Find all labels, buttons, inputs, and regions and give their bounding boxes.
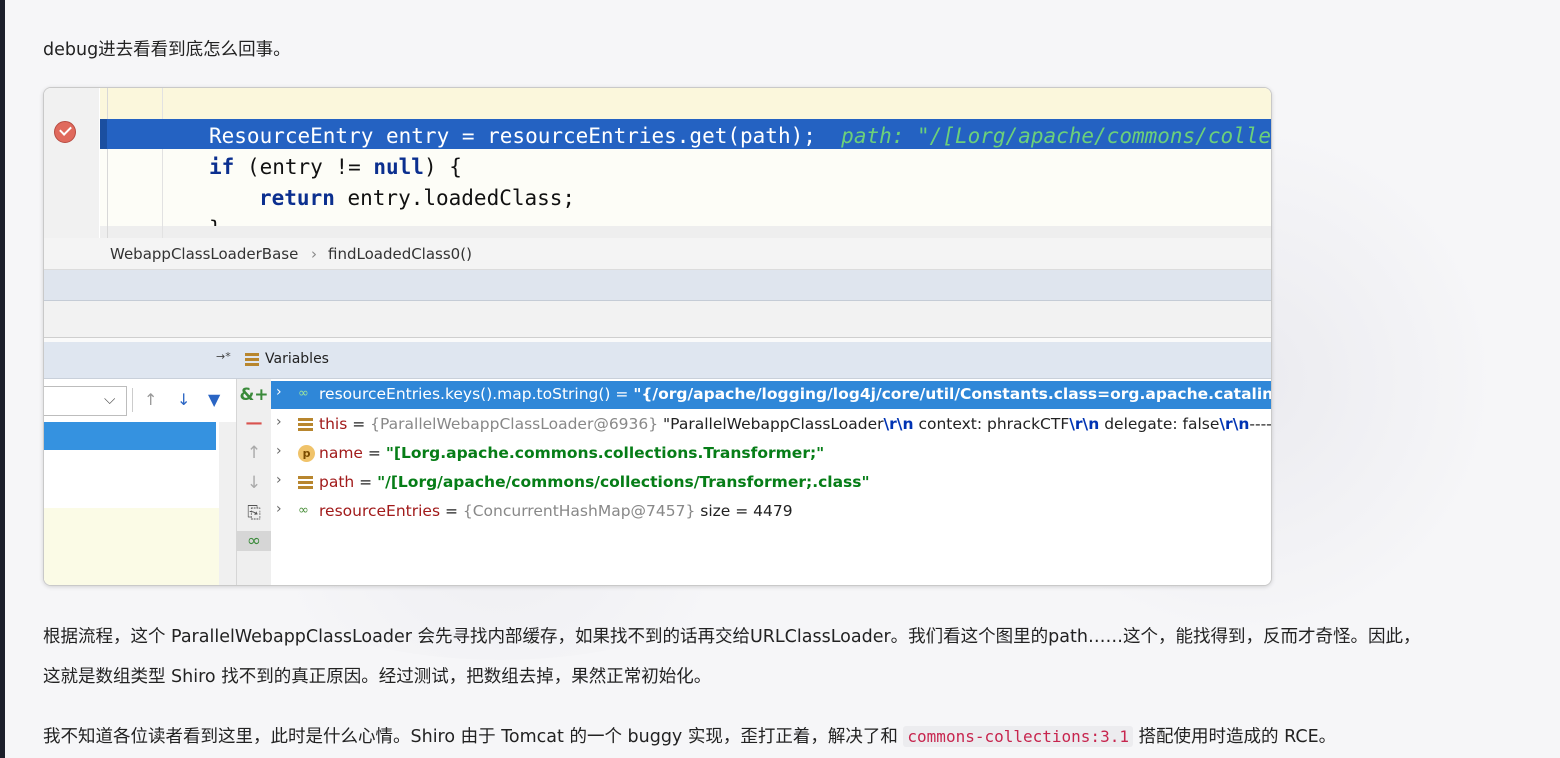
- variable-value-part: delegate: false: [1099, 415, 1220, 433]
- body-paragraph: 我不知道各位读者看到这里，此时是什么心情。Shiro 由于 Tomcat 的一个…: [43, 717, 1336, 757]
- breadcrumb-method[interactable]: findLoadedClass0(): [328, 245, 472, 263]
- keyword: return: [259, 186, 335, 210]
- variable-row[interactable]: › this = {ParallelWebappClassLoader@6936…: [271, 411, 1271, 439]
- selected-frame-row[interactable]: [44, 422, 216, 450]
- variables-header: Variables: [236, 342, 1271, 379]
- variable-name: resourceEntries: [319, 502, 441, 520]
- code-text: entry.loadedClass;: [334, 186, 576, 210]
- indent-guide: [162, 88, 163, 238]
- watch-icon: ∞: [298, 503, 309, 518]
- keyword: null: [373, 155, 424, 179]
- variable-type: {ParallelWebappClassLoader@6936}: [370, 415, 659, 433]
- variables-icon: [245, 353, 259, 366]
- editor-gutter: [44, 88, 99, 238]
- inline-code: commons-collections:3.1: [903, 726, 1133, 747]
- left-edge-bar: [0, 0, 5, 758]
- chevron-down-icon: ⌵: [104, 390, 116, 408]
- variable-name: path: [319, 473, 355, 491]
- field-icon: [298, 418, 313, 432]
- paragraph-line: 根据流程，这个 ParallelWebappClassLoader 会先寻找内部…: [43, 627, 1421, 647]
- breadcrumb: WebappClassLoaderBase › findLoadedClass0…: [44, 238, 1271, 270]
- tool-window-bar: [44, 270, 1271, 301]
- escape-seq: \r\n: [1069, 415, 1100, 433]
- variable-type: {ConcurrentHashMap@7457}: [462, 502, 696, 520]
- copy-icon[interactable]: ⎘: [237, 503, 271, 523]
- breadcrumb-class[interactable]: WebappClassLoaderBase: [110, 245, 298, 263]
- expand-icon[interactable]: ›: [276, 414, 282, 430]
- code-statement: ResourceEntry entry = resourceEntries.ge…: [209, 124, 816, 148]
- variable-name: this: [319, 415, 348, 433]
- variable-equals: =: [440, 502, 463, 520]
- editor-scrollbar: [100, 226, 1271, 238]
- frames-lower-area: [44, 508, 219, 585]
- variable-row[interactable]: › ∞ resourceEntries = {ConcurrentHashMap…: [271, 498, 1271, 526]
- breakpoint-check-icon[interactable]: [54, 121, 76, 143]
- escape-seq: \r\n: [1219, 415, 1250, 433]
- variable-value: "{/org/apache/logging/log4j/core/util/Co…: [633, 385, 1271, 403]
- variable-row[interactable]: › ∞ resourceEntries.keys().map.toString(…: [271, 381, 1271, 409]
- show-watches-icon[interactable]: ∞: [237, 531, 271, 551]
- expand-icon[interactable]: ›: [276, 384, 282, 400]
- move-up-icon[interactable]: ↑: [237, 443, 271, 463]
- intro-paragraph: debug进去看看到底怎么回事。: [43, 40, 291, 60]
- variables-toolbar: &+ — ↑ ↓ ⎘ ∞: [236, 379, 272, 585]
- variable-equals: =: [354, 473, 378, 491]
- toolbar-separator: [132, 388, 133, 412]
- code-line-2: if (entry != null) {: [209, 152, 462, 182]
- new-watch-icon[interactable]: &+: [237, 385, 271, 405]
- move-down-icon[interactable]: ↓: [237, 473, 271, 493]
- arrow-down-icon[interactable]: ↓: [177, 390, 190, 409]
- expand-icon[interactable]: ›: [276, 501, 282, 517]
- variables-title: Variables: [265, 351, 329, 367]
- variable-size: size = 4479: [695, 502, 793, 520]
- arrow-up-icon[interactable]: ↑: [144, 390, 157, 409]
- gutter-divider: [107, 88, 108, 238]
- variable-value-part: ---------: [1249, 415, 1271, 433]
- frames-header: →*: [44, 342, 236, 379]
- keyword: if: [209, 155, 235, 179]
- breadcrumb-separator: ›: [311, 245, 317, 263]
- frames-scrollbar[interactable]: [219, 422, 236, 585]
- watch-icon: ∞: [298, 386, 309, 401]
- variable-equals: =: [610, 385, 634, 403]
- code-text: (entry !=: [234, 155, 374, 179]
- variable-row[interactable]: › p name = "[Lorg.apache.commons.collect…: [271, 440, 1271, 468]
- variable-name: name: [319, 444, 363, 462]
- variable-name: resourceEntries.keys().map.toString(): [319, 385, 611, 403]
- paragraph-line: 这就是数组类型 Shiro 找不到的真正原因。经过测试，把数组去掉，果然正常初始…: [43, 667, 712, 687]
- variable-value: "ParallelWebappClassLoader: [658, 415, 884, 433]
- editor-highlight-band: [100, 88, 1271, 119]
- variable-equals: =: [362, 444, 386, 462]
- param-icon: p: [298, 445, 315, 462]
- variable-value-part: context: phrackCTF: [913, 415, 1070, 433]
- variable-equals: =: [347, 415, 371, 433]
- paragraph-text: 搭配使用时造成的 RCE。: [1132, 727, 1337, 747]
- escape-seq: \r\n: [883, 415, 914, 433]
- code-line-3: return entry.loadedClass;: [259, 183, 575, 213]
- expand-icon[interactable]: ›: [276, 443, 282, 459]
- field-icon: [298, 476, 313, 490]
- body-paragraph: 根据流程，这个 ParallelWebappClassLoader 会先寻找内部…: [43, 617, 1420, 697]
- code-text: ) {: [423, 155, 462, 179]
- code-line-4: }: [209, 214, 222, 226]
- pin-icon[interactable]: →*: [216, 350, 231, 363]
- thread-selector[interactable]: ⌵: [44, 386, 127, 416]
- inline-debug-hint: path: "/[Lorg/apache/commons/collec: [841, 124, 1272, 148]
- variable-value: "[Lorg.apache.commons.collections.Transf…: [385, 444, 825, 462]
- code-line-1: ResourceEntry entry = resourceEntries.ge…: [209, 121, 1272, 151]
- debugger-screenshot: ResourceEntry entry = resourceEntries.ge…: [43, 87, 1272, 586]
- expand-icon[interactable]: ›: [276, 472, 282, 488]
- variable-value: "/[Lorg/apache/commons/collections/Trans…: [377, 473, 870, 491]
- remove-watch-icon[interactable]: —: [237, 413, 271, 433]
- paragraph-text: 我不知道各位读者看到这里，此时是什么心情。Shiro 由于 Tomcat 的一个…: [43, 727, 904, 747]
- variable-row[interactable]: › path = "/[Lorg/apache/commons/collecti…: [271, 469, 1271, 497]
- filter-icon[interactable]: ▼: [208, 390, 220, 409]
- execution-marker: [100, 119, 107, 149]
- debug-toolbar: [44, 301, 1271, 338]
